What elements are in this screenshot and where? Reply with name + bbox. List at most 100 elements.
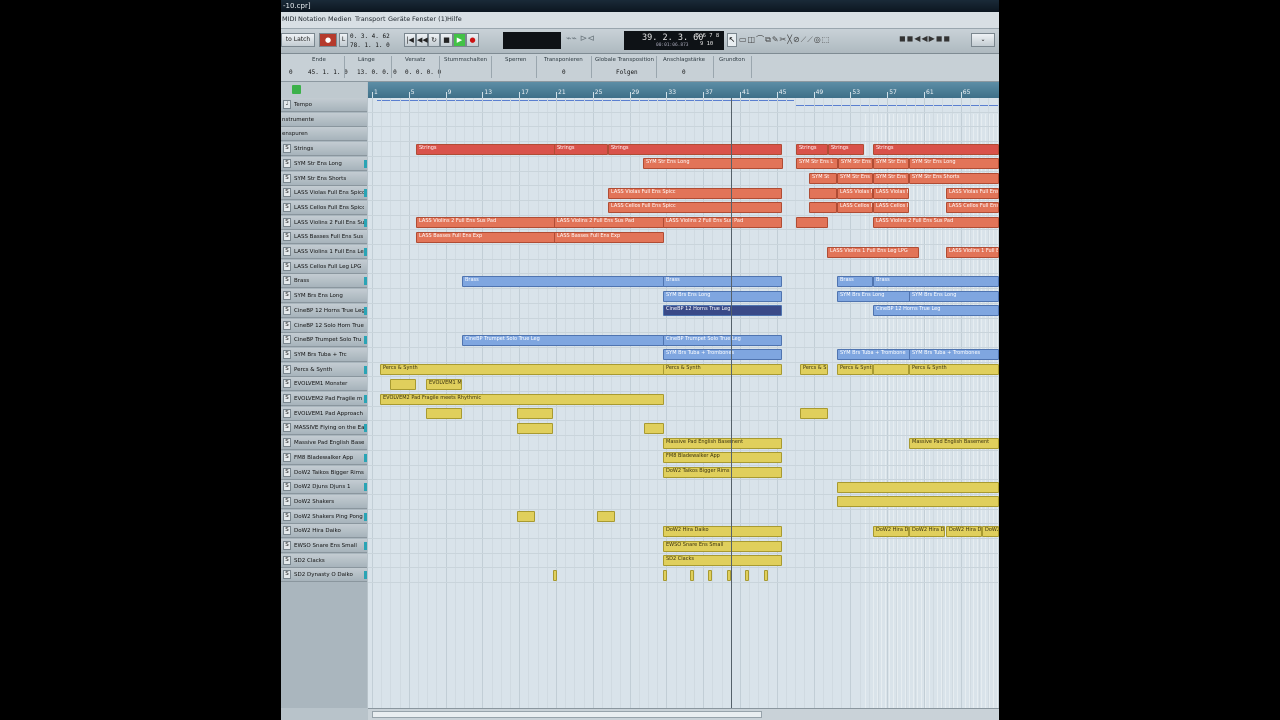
track-solo-button[interactable]: S: [283, 570, 291, 580]
track-row[interactable]: S DoW2 Hira Daiko: [281, 524, 367, 539]
rewind-button[interactable]: ◀◀: [416, 33, 428, 47]
track-solo-button[interactable]: S: [283, 305, 291, 315]
info-value-laenge[interactable]: 45. 1. 1. 0: [308, 69, 348, 76]
midi-part[interactable]: [837, 496, 999, 508]
track-solo-button[interactable]: S: [283, 482, 291, 492]
midi-part[interactable]: [426, 408, 462, 420]
midi-part[interactable]: Percs & Synt: [837, 364, 873, 376]
track-solo-button[interactable]: S: [283, 188, 291, 198]
track-solo-button[interactable]: S: [283, 452, 291, 462]
midi-part[interactable]: FM8 Bladewalker App: [663, 452, 782, 464]
play-button[interactable]: ▶: [453, 33, 466, 47]
automation-mode-select[interactable]: to Latch: [281, 33, 315, 47]
track-row[interactable]: S EVOLVEM1 Monster: [281, 377, 367, 392]
track-row[interactable]: ♩ Tempo: [281, 98, 367, 112]
midi-part[interactable]: LASS Violins 2 Full Ens Sus Pad: [416, 217, 556, 229]
midi-part[interactable]: SYM Str Ens: [873, 173, 909, 184]
midi-part[interactable]: [517, 422, 553, 434]
track-row[interactable]: S LASS Violins 1 Full Ens Le: [281, 245, 367, 259]
track-solo-button[interactable]: S: [283, 438, 291, 448]
midi-part[interactable]: SYM Str Ens L: [796, 158, 838, 170]
midi-part[interactable]: [517, 511, 535, 523]
track-row[interactable]: S Strings: [281, 142, 367, 157]
track-solo-button[interactable]: S: [283, 173, 291, 183]
midi-part[interactable]: SYM St: [809, 173, 837, 184]
track-solo-button[interactable]: ♩: [283, 100, 291, 109]
snap-icons[interactable]: ◼◼◀◀▶◼◼: [899, 34, 951, 43]
track-row[interactable]: S LASS Cellos Full Leg LPG: [281, 259, 367, 274]
midi-part[interactable]: Brass: [462, 275, 664, 287]
track-solo-button[interactable]: S: [283, 247, 291, 256]
midi-part[interactable]: CineBP 12 Horns True Leg: [663, 305, 782, 317]
midi-part[interactable]: SYM Str Ens Shorts: [909, 173, 999, 184]
track-row[interactable]: S SYM Str Ens Long: [281, 156, 367, 171]
midi-part[interactable]: EVOLVEM1 M: [426, 378, 462, 390]
midi-part[interactable]: LASS Violas Full Ens Spicc: [608, 187, 782, 199]
track-solo-button[interactable]: S: [283, 217, 291, 227]
track-row[interactable]: S CineBP 12 Horns True Leg: [281, 303, 367, 318]
track-solo-button[interactable]: S: [283, 394, 291, 403]
midi-part[interactable]: Percs & S: [800, 364, 828, 376]
midi-part[interactable]: [873, 364, 909, 376]
project-window[interactable]: Strings Strings Strings Strings Strings Strin…: [368, 98, 999, 708]
track-row[interactable]: S SD2 Dynasty O Daiko: [281, 568, 367, 583]
nudge-icons[interactable]: ⌁⌁ ⊳⊲: [566, 34, 595, 44]
track-row[interactable]: S DoW2 Djuns Djuns 1: [281, 480, 367, 495]
midi-part[interactable]: [517, 408, 553, 420]
select-tool-icon[interactable]: ↖: [727, 33, 737, 47]
track-solo-button[interactable]: S: [283, 335, 291, 345]
track-solo-button[interactable]: S: [283, 555, 291, 565]
track-row[interactable]: S CineBP 12 Solo Horn True: [281, 318, 367, 333]
midi-part[interactable]: Percs & Synth: [380, 364, 664, 376]
midi-part[interactable]: DoW2: [982, 525, 999, 537]
track-solo-button[interactable]: S: [283, 349, 291, 359]
midi-part[interactable]: [390, 378, 416, 390]
midi-part[interactable]: Brass: [873, 275, 999, 287]
midi-part[interactable]: Strings: [416, 143, 556, 155]
midi-part[interactable]: CineBP 12 Horns True Leg: [873, 305, 999, 317]
track-solo-button[interactable]: S: [283, 496, 291, 506]
midi-part[interactable]: SYM Str Ens Long: [643, 158, 783, 170]
track-solo-button[interactable]: S: [283, 232, 291, 242]
track-solo-button[interactable]: S: [283, 467, 291, 477]
midi-part[interactable]: LASS Violas Full Ens: [946, 187, 999, 199]
track-solo-button[interactable]: S: [283, 423, 291, 433]
menu-transport[interactable]: Transport: [355, 15, 386, 23]
menu-midi[interactable]: MIDI: [282, 15, 296, 23]
midi-part[interactable]: SYM Str Ens: [873, 158, 909, 170]
track-row[interactable]: S SYM Str Ens Shorts: [281, 171, 367, 186]
midi-part[interactable]: Strings: [554, 143, 608, 155]
midi-part[interactable]: EWSO Snare Ens Small: [663, 540, 782, 552]
midi-part[interactable]: SYM Brs Ens Long: [837, 290, 911, 302]
midi-part[interactable]: DoW2 Hira D: [909, 525, 945, 537]
midi-part[interactable]: LASS Basses Full Ens Exp: [554, 231, 664, 243]
midi-part[interactable]: Strings: [828, 143, 864, 155]
midi-part[interactable]: [553, 569, 557, 581]
track-solo-button[interactable]: S: [283, 526, 291, 536]
midi-part[interactable]: EVOLVEM2 Pad Fragile meets Rhythmic: [380, 393, 664, 405]
locator-l-button[interactable]: L: [339, 33, 348, 47]
cycle-button[interactable]: ↻: [428, 33, 440, 47]
midi-part[interactable]: DoW2 Hira D: [873, 525, 909, 537]
midi-part[interactable]: LASS Violins 2 Full Ens Sus Pad: [873, 217, 999, 229]
horizontal-scrollbar[interactable]: [368, 708, 999, 720]
info-value-stumm[interactable]: 0. 0. 0. 0: [405, 69, 441, 76]
track-row[interactable]: S EWSO Snare Ens Small: [281, 539, 367, 553]
midi-part[interactable]: [764, 569, 768, 581]
track-solo-button[interactable]: S: [283, 158, 291, 168]
midi-part[interactable]: LASS Cellos Full Ens: [946, 202, 999, 214]
midi-part[interactable]: [708, 569, 712, 581]
midi-part[interactable]: Percs & Synth: [909, 364, 999, 376]
position-display[interactable]: 39. 2. 3. 60 00:01:06.873 5 6 7 8 9 10: [624, 31, 724, 50]
menu-medien[interactable]: Medien: [328, 15, 352, 23]
midi-part[interactable]: [809, 187, 837, 199]
track-row[interactable]: nstrumente: [281, 112, 367, 127]
midi-part[interactable]: [745, 569, 749, 581]
toolbox-icons[interactable]: ▭◫⌒⧉✎✂╳⊘⟋⟋◎⬚: [739, 34, 830, 45]
track-row[interactable]: S CineBP Trumpet Solo Tru: [281, 333, 367, 348]
track-solo-button[interactable]: S: [283, 364, 291, 374]
project-cursor[interactable]: [731, 98, 732, 708]
track-row[interactable]: S SYM Brs Ens Long: [281, 289, 367, 304]
stop-button[interactable]: ■: [440, 33, 453, 47]
track-row[interactable]: S LASS Cellos Full Ens Spicc: [281, 200, 367, 215]
